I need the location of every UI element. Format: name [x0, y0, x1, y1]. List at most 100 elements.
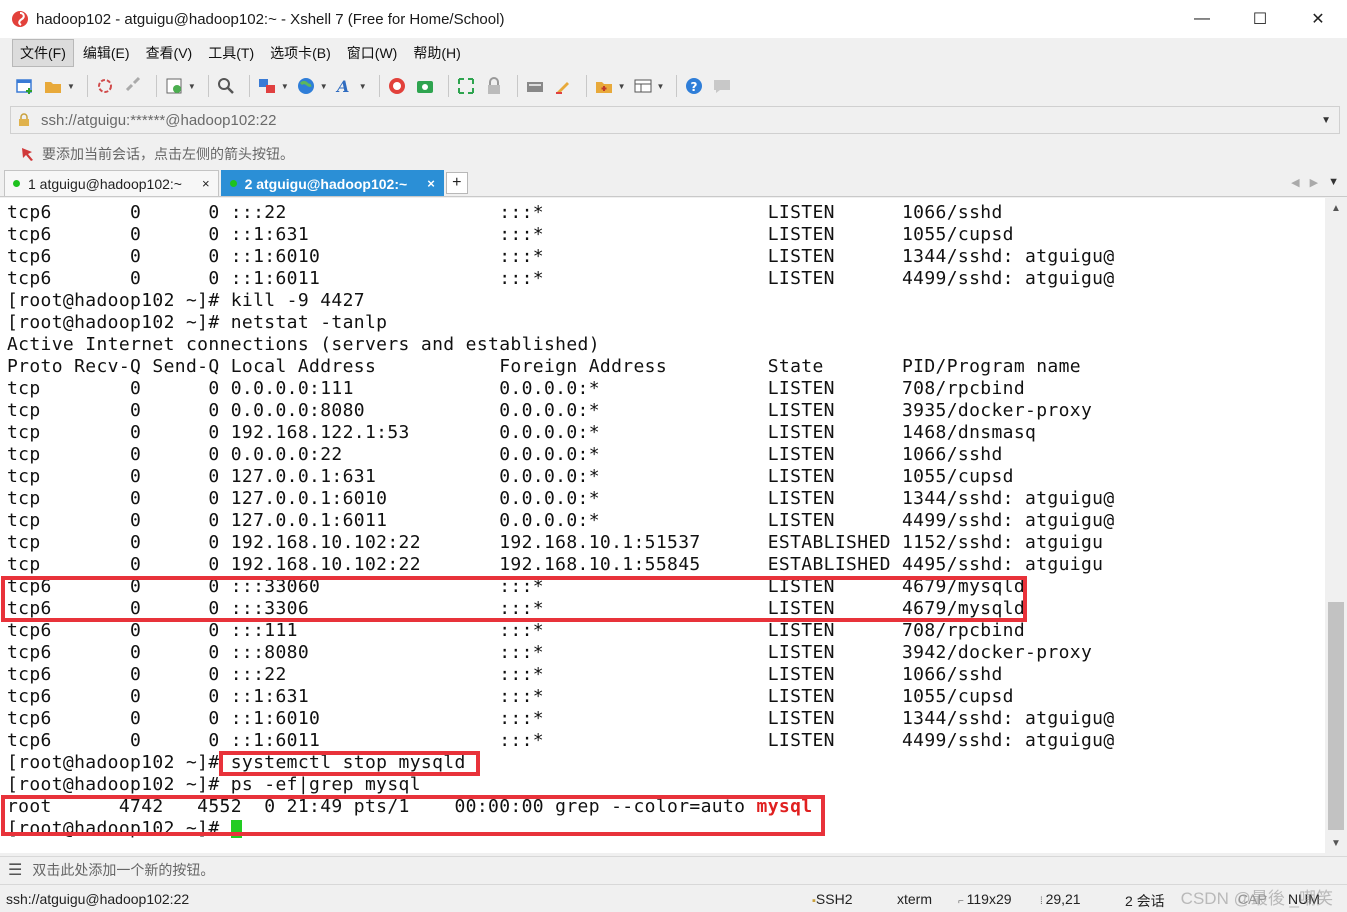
add-folder-icon[interactable]	[593, 75, 615, 97]
toolbar-separator	[207, 75, 209, 97]
terminal-line: tcp 0 0 127.0.0.1:631 0.0.0.0:* LISTEN 1…	[7, 466, 1014, 487]
font-icon[interactable]: A	[334, 75, 356, 97]
terminal-line: tcp6 0 0 ::1:6011 :::* LISTEN 4499/sshd:…	[7, 268, 1115, 289]
terminal-line: tcp6 0 0 ::1:6010 :::* LISTEN 1344/sshd:…	[7, 246, 1115, 267]
properties-dropdown-arrow-icon[interactable]: ▼	[188, 82, 196, 91]
menu-view[interactable]: 查看(V)	[139, 40, 200, 66]
tab-label: 2 atguigu@hadoop102:~	[244, 175, 408, 192]
open-folder-icon[interactable]	[42, 75, 64, 97]
bookmark-arrow-icon[interactable]	[20, 146, 36, 162]
menu-help[interactable]: 帮助(H)	[406, 40, 467, 66]
reconnect-icon[interactable]	[94, 75, 116, 97]
chat-icon[interactable]	[711, 75, 733, 97]
toolbar-separator	[155, 75, 157, 97]
size-icon: ⌐	[958, 896, 967, 907]
scroll-down-arrow-icon[interactable]: ▼	[1325, 833, 1347, 853]
keyboard-icon[interactable]	[524, 75, 546, 97]
terminal-line: tcp 0 0 0.0.0.0:22 0.0.0.0:* LISTEN 1066…	[7, 444, 1003, 465]
menu-file[interactable]: 文件(F)	[12, 39, 74, 67]
toolbar-separator	[86, 75, 88, 97]
disconnect-icon[interactable]	[122, 75, 144, 97]
tab-session-2[interactable]: 2 atguigu@hadoop102:~ ×	[220, 170, 444, 196]
globe-icon[interactable]	[295, 75, 317, 97]
terminal-line: Proto Recv-Q Send-Q Local Address Foreig…	[7, 356, 1081, 377]
tab-list-dropdown-icon[interactable]: ▼	[1328, 176, 1339, 189]
open-dropdown-arrow-icon[interactable]: ▼	[67, 82, 75, 91]
xftp-icon[interactable]	[414, 75, 436, 97]
xshell-logo-icon[interactable]	[386, 75, 408, 97]
terminal-line: tcp6 0 0 ::1:631 :::* LISTEN 1055/cupsd	[7, 224, 1014, 245]
fullscreen-icon[interactable]	[455, 75, 477, 97]
status-cursor-position: ⁞ 29,21	[1040, 891, 1081, 907]
address-bar[interactable]: ssh://atguigu:******@hadoop102:22 ▼	[10, 106, 1340, 134]
tab-next-icon[interactable]: ▶	[1310, 176, 1318, 189]
properties-icon[interactable]	[163, 75, 185, 97]
menu-tools[interactable]: 工具(T)	[201, 40, 261, 66]
help-icon[interactable]: ?	[683, 75, 705, 97]
terminal-line: tcp 0 0 127.0.0.1:6011 0.0.0.0:* LISTEN …	[7, 510, 1115, 531]
window-title: hadoop102 - atguigu@hadoop102:~ - Xshell…	[36, 10, 505, 28]
connected-status-icon	[229, 180, 237, 187]
window-controls: — ☐ ✕	[1173, 0, 1347, 38]
tab-close-icon[interactable]: ×	[427, 176, 435, 191]
grep-result-highlight-box	[1, 795, 825, 836]
globe-dropdown-arrow-icon[interactable]: ▼	[320, 82, 328, 91]
font-dropdown-arrow-icon[interactable]: ▼	[359, 82, 367, 91]
menu-bar: 文件(F) 编辑(E) 查看(V) 工具(T) 选项卡(B) 窗口(W) 帮助(…	[0, 38, 1347, 68]
terminal-line: tcp 0 0 192.168.10.102:22 192.168.10.1:5…	[7, 554, 1104, 575]
lock-icon[interactable]	[483, 75, 505, 97]
minimize-button[interactable]: —	[1173, 0, 1231, 38]
tab-navigation: ◀ ▶ ▼	[1291, 176, 1339, 189]
add-folder-dropdown-arrow-icon[interactable]: ▼	[618, 82, 626, 91]
terminal-line: [root@hadoop102 ~]# kill -9 4427	[7, 290, 365, 311]
new-session-icon[interactable]	[14, 75, 36, 97]
transfer-dropdown-arrow-icon[interactable]: ▼	[281, 82, 289, 91]
status-size: ⌐ 119x29	[958, 891, 1012, 907]
toolbar: ▼ ▼ ▼ ▼ A ▼ ▼ ▼ ?	[0, 68, 1347, 104]
status-sessions: 2 会话	[1125, 893, 1165, 909]
find-icon[interactable]	[215, 75, 237, 97]
tab-label: 1 atguigu@hadoop102:~	[28, 175, 182, 192]
hamburger-menu-icon[interactable]: ☰	[8, 860, 22, 880]
highlight-pen-icon[interactable]	[552, 75, 574, 97]
status-protocol-text: SSH2	[815, 891, 853, 907]
toolbar-separator	[585, 75, 587, 97]
layout-icon[interactable]	[632, 75, 654, 97]
toolbar-separator	[447, 75, 449, 97]
scroll-up-arrow-icon[interactable]: ▲	[1325, 198, 1347, 218]
terminal-line: tcp6 0 0 :::111 :::* LISTEN 708/rpcbind	[7, 620, 1026, 641]
terminal-line: tcp 0 0 192.168.10.102:22 192.168.10.1:5…	[7, 532, 1104, 553]
status-session: ssh://atguigu@hadoop102:22	[6, 891, 190, 907]
add-tab-button[interactable]: +	[445, 172, 468, 194]
terminal-scrollbar[interactable]: ▲ ▼	[1325, 198, 1347, 853]
session-address[interactable]: ssh://atguigu:******@hadoop102:22	[41, 112, 1321, 129]
menu-edit[interactable]: 编辑(E)	[76, 40, 137, 66]
status-term-type: xterm	[897, 891, 932, 907]
scrollbar-thumb[interactable]	[1328, 602, 1344, 830]
menu-tabs[interactable]: 选项卡(B)	[263, 40, 338, 66]
terminal-line: tcp 0 0 0.0.0.0:111 0.0.0.0:* LISTEN 708…	[7, 378, 1026, 399]
stop-command-highlight-box	[219, 751, 480, 776]
close-button[interactable]: ✕	[1289, 0, 1347, 38]
layout-dropdown-arrow-icon[interactable]: ▼	[657, 82, 665, 91]
title-bar: hadoop102 - atguigu@hadoop102:~ - Xshell…	[0, 0, 1347, 38]
menu-window[interactable]: 窗口(W)	[340, 40, 405, 66]
maximize-button[interactable]: ☐	[1231, 0, 1289, 38]
status-position-text: 29,21	[1045, 891, 1081, 907]
tab-prev-icon[interactable]: ◀	[1291, 176, 1299, 189]
address-dropdown-arrow-icon[interactable]: ▼	[1321, 115, 1331, 126]
watermark: CSDN @最後 _嘲笑	[1180, 889, 1333, 908]
xshell-app-icon	[12, 11, 28, 27]
tab-session-1[interactable]: 1 atguigu@hadoop102:~ ×	[4, 170, 219, 196]
tab-bar: 1 atguigu@hadoop102:~ × 2 atguigu@hadoop…	[0, 170, 1347, 197]
terminal-output[interactable]: tcp6 0 0 :::22 :::* LISTEN 1066/sshd tcp…	[0, 198, 1325, 853]
terminal-line: tcp 0 0 192.168.122.1:53 0.0.0.0:* LISTE…	[7, 422, 1037, 443]
quick-command-bar[interactable]: ☰ 双击此处添加一个新的按钮。	[0, 856, 1347, 882]
terminal-line: tcp6 0 0 ::1:6011 :::* LISTEN 4499/sshd:…	[7, 730, 1115, 751]
tab-close-icon[interactable]: ×	[202, 176, 210, 191]
terminal-line: tcp 0 0 127.0.0.1:6010 0.0.0.0:* LISTEN …	[7, 488, 1115, 509]
transfer-icon[interactable]	[256, 75, 278, 97]
terminal-line: tcp6 0 0 :::22 :::* LISTEN 1066/sshd	[7, 202, 1003, 223]
svg-text:?: ?	[691, 80, 698, 94]
toolbar-separator	[248, 75, 250, 97]
